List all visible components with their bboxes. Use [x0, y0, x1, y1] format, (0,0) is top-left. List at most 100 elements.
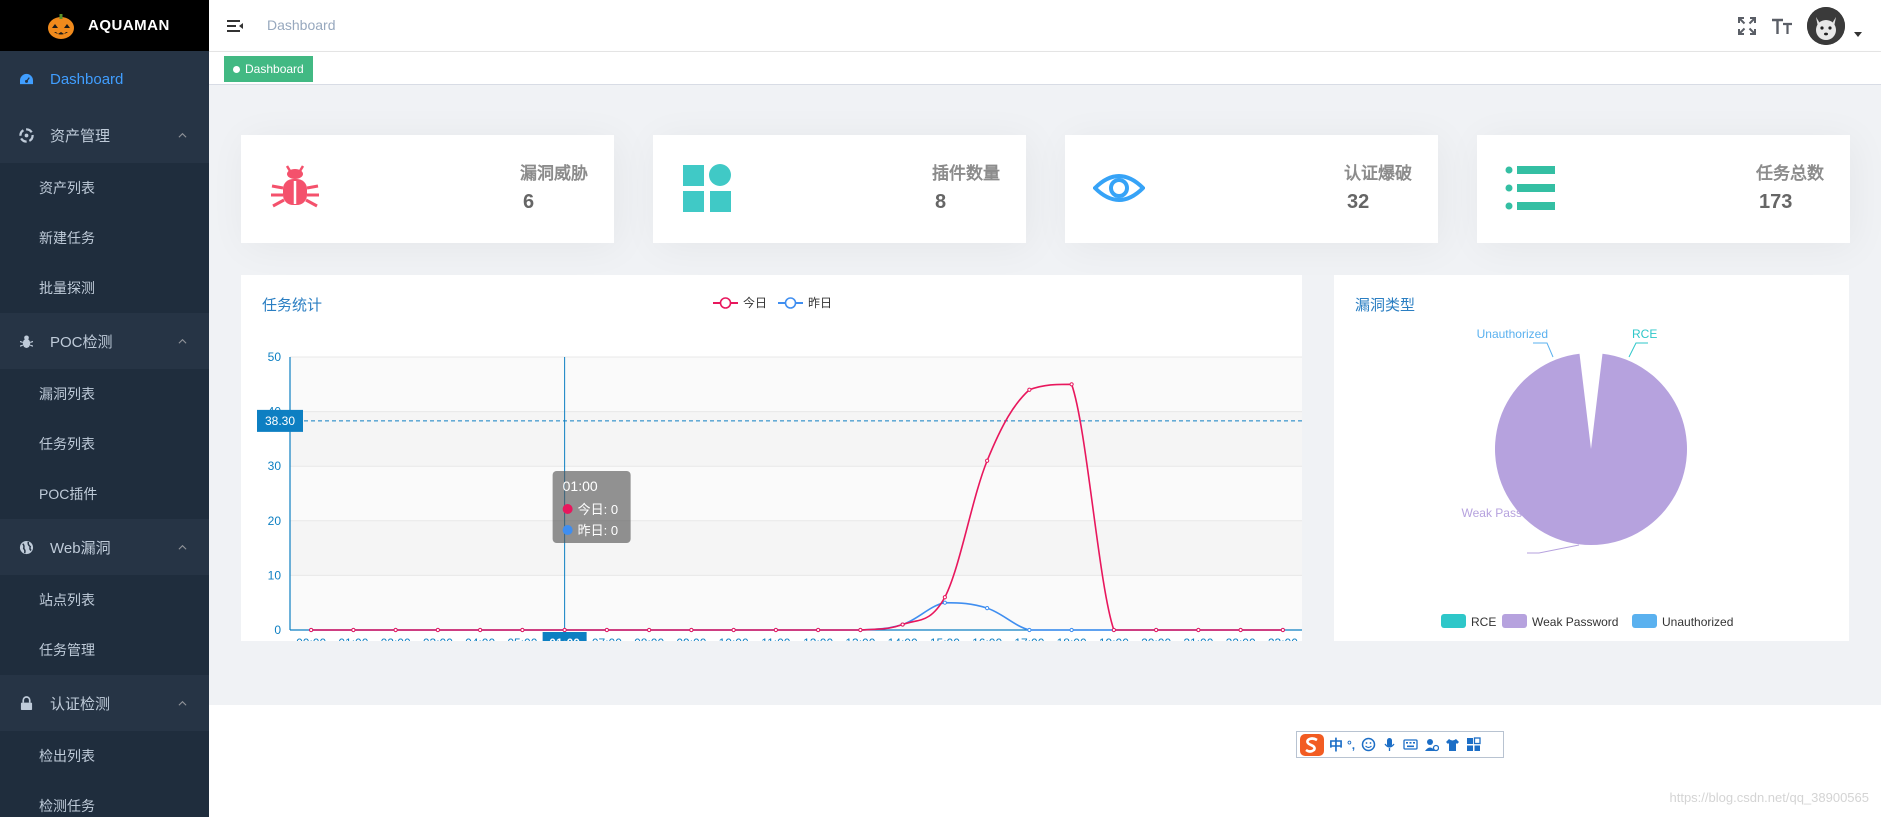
grid-band — [290, 466, 1302, 521]
legend-label: RCE — [1471, 615, 1496, 629]
hamburger-icon[interactable] — [226, 17, 244, 35]
card-plugin-count[interactable]: 插件数量 8 — [653, 135, 1026, 243]
series-point — [985, 458, 990, 463]
sidebar-group-asset-management[interactable]: 资产管理 — [0, 107, 209, 163]
series-point — [1154, 627, 1159, 633]
x-tick-label: 14:00 — [888, 636, 918, 641]
tag-label: Dashboard — [245, 62, 304, 76]
emoji-icon[interactable] — [1361, 737, 1376, 752]
tags-view: Dashboard — [209, 52, 1881, 85]
toolbox-grid-icon[interactable] — [1466, 737, 1481, 752]
task-line-chart[interactable]: 0102030405000:0001:0002:0003:0004:0005:0… — [241, 275, 1302, 641]
tag-dashboard[interactable]: Dashboard — [224, 56, 313, 82]
fullscreen-icon[interactable] — [1737, 16, 1757, 36]
ime-toolbar[interactable]: 中 °, — [1296, 731, 1504, 758]
sidebar-item-batch-probe[interactable]: 批量探测 — [0, 263, 209, 313]
y-tick-label: 10 — [268, 568, 282, 582]
series-point — [1111, 627, 1116, 633]
tooltip-row: 今日: 0 — [578, 502, 618, 517]
series-point — [393, 627, 398, 633]
pie-label-line — [1533, 342, 1554, 358]
series-point — [942, 600, 947, 605]
sidebar-item-poc-plugins[interactable]: POC插件 — [0, 469, 209, 519]
logo[interactable]: AQUAMAN — [0, 0, 209, 51]
card-value: 173 — [1759, 191, 1793, 213]
sidebar-group-label: 资产管理 — [50, 127, 111, 145]
sidebar-item-vuln-list[interactable]: 漏洞列表 — [0, 369, 209, 419]
x-tick-label: 23:00 — [1268, 636, 1298, 641]
series-point — [816, 627, 821, 633]
card-vuln-threats[interactable]: 漏洞威胁 6 — [241, 135, 614, 243]
y-tick-label: 30 — [268, 459, 282, 473]
sidebar-group-web-vuln[interactable]: Web漏洞 — [0, 519, 209, 575]
caret-down-icon[interactable] — [1853, 29, 1863, 39]
series-point — [858, 627, 863, 633]
tooltip-title: 01:00 — [563, 478, 598, 494]
user-settings-icon[interactable] — [1424, 737, 1440, 752]
sidebar-group-label: Web漏洞 — [50, 539, 111, 557]
x-tick-label: 05:00 — [507, 636, 537, 641]
sidebar-group-auth-check[interactable]: 认证检测 — [0, 675, 209, 731]
skin-shirt-icon[interactable] — [1445, 737, 1460, 752]
series-point — [562, 627, 567, 633]
chevron-up-icon — [178, 700, 187, 706]
x-tick-label: 20:00 — [1141, 636, 1171, 641]
ime-mode[interactable]: 中 — [1329, 735, 1343, 755]
chevron-up-icon — [178, 544, 187, 550]
ime-punct[interactable]: °, — [1347, 738, 1355, 752]
sidebar-item-task-list[interactable]: 任务列表 — [0, 419, 209, 469]
globe-icon — [18, 539, 34, 555]
legend-swatch — [1632, 614, 1657, 628]
legend-label: Unauthorized — [1662, 615, 1733, 629]
legend-swatch — [1502, 614, 1527, 628]
grid-band — [290, 357, 1302, 412]
sogou-logo-icon — [1300, 733, 1324, 756]
tooltip-marker — [562, 504, 573, 514]
x-tick-label: 15:00 — [930, 636, 960, 641]
x-tick-label: 03:00 — [423, 636, 453, 641]
x-tick-label: 16:00 — [972, 636, 1002, 641]
avatar[interactable] — [1807, 7, 1845, 45]
shapes-icon — [683, 164, 731, 212]
sidebar-item-asset-list[interactable]: 资产列表 — [0, 163, 209, 213]
series-point — [1027, 387, 1032, 392]
series-point — [1196, 627, 1201, 633]
sidebar-item-task-management[interactable]: 任务管理 — [0, 625, 209, 675]
vuln-pie-chart[interactable]: Unauthorized RCE Weak Password RCE Weak Pass… — [1334, 275, 1849, 641]
series-point — [1069, 627, 1074, 633]
keyboard-icon[interactable] — [1403, 737, 1418, 752]
series-point — [731, 627, 736, 633]
series-point — [604, 627, 609, 633]
card-value: 8 — [935, 191, 947, 213]
sidebar-item-detection-tasks[interactable]: 检测任务 — [0, 781, 209, 817]
x-tick-label: 13:00 — [845, 636, 875, 641]
y-tick-label: 20 — [268, 514, 282, 528]
x-tick-label: 00:00 — [296, 636, 326, 641]
sidebar-item-detection-list[interactable]: 检出列表 — [0, 731, 209, 781]
page-footer — [209, 705, 1881, 817]
axis-pointer-label: 38.30 — [265, 414, 295, 428]
legend-label: Weak Password — [1532, 615, 1618, 629]
sidebar-item-new-task[interactable]: 新建任务 — [0, 213, 209, 263]
card-auth-bruteforce[interactable]: 认证爆破 32 — [1065, 135, 1438, 243]
watermark-text: https://blog.csdn.net/qq_38900565 — [1669, 790, 1870, 805]
sidebar-item-label: Dashboard — [50, 70, 124, 88]
task-chart-panel: 任务统计 今日 昨日 0102030405000:0001:0002:0003:… — [241, 275, 1302, 641]
sidebar: AQUAMAN Dashboard 资产管理 资产列表 新建任务 批量探测 PO… — [0, 0, 209, 817]
active-dot — [233, 65, 240, 73]
breadcrumb[interactable]: Dashboard — [267, 17, 336, 33]
sidebar-item-dashboard[interactable]: Dashboard — [0, 51, 209, 107]
series-point — [520, 627, 525, 633]
x-tick-label: 21:00 — [1183, 636, 1213, 641]
eye-icon — [1093, 174, 1145, 202]
x-tick-label: 08:00 — [634, 636, 664, 641]
card-task-total[interactable]: 任务总数 173 — [1477, 135, 1850, 243]
x-tick-label: 17:00 — [1014, 636, 1044, 641]
text-size-icon[interactable] — [1771, 16, 1793, 36]
series-point — [985, 606, 990, 611]
microphone-icon[interactable] — [1382, 737, 1397, 752]
sidebar-group-poc[interactable]: POC检测 — [0, 313, 209, 369]
x-tick-label: 11:00 — [761, 636, 790, 641]
pie-label-line — [1527, 544, 1580, 554]
sidebar-item-site-list[interactable]: 站点列表 — [0, 575, 209, 625]
